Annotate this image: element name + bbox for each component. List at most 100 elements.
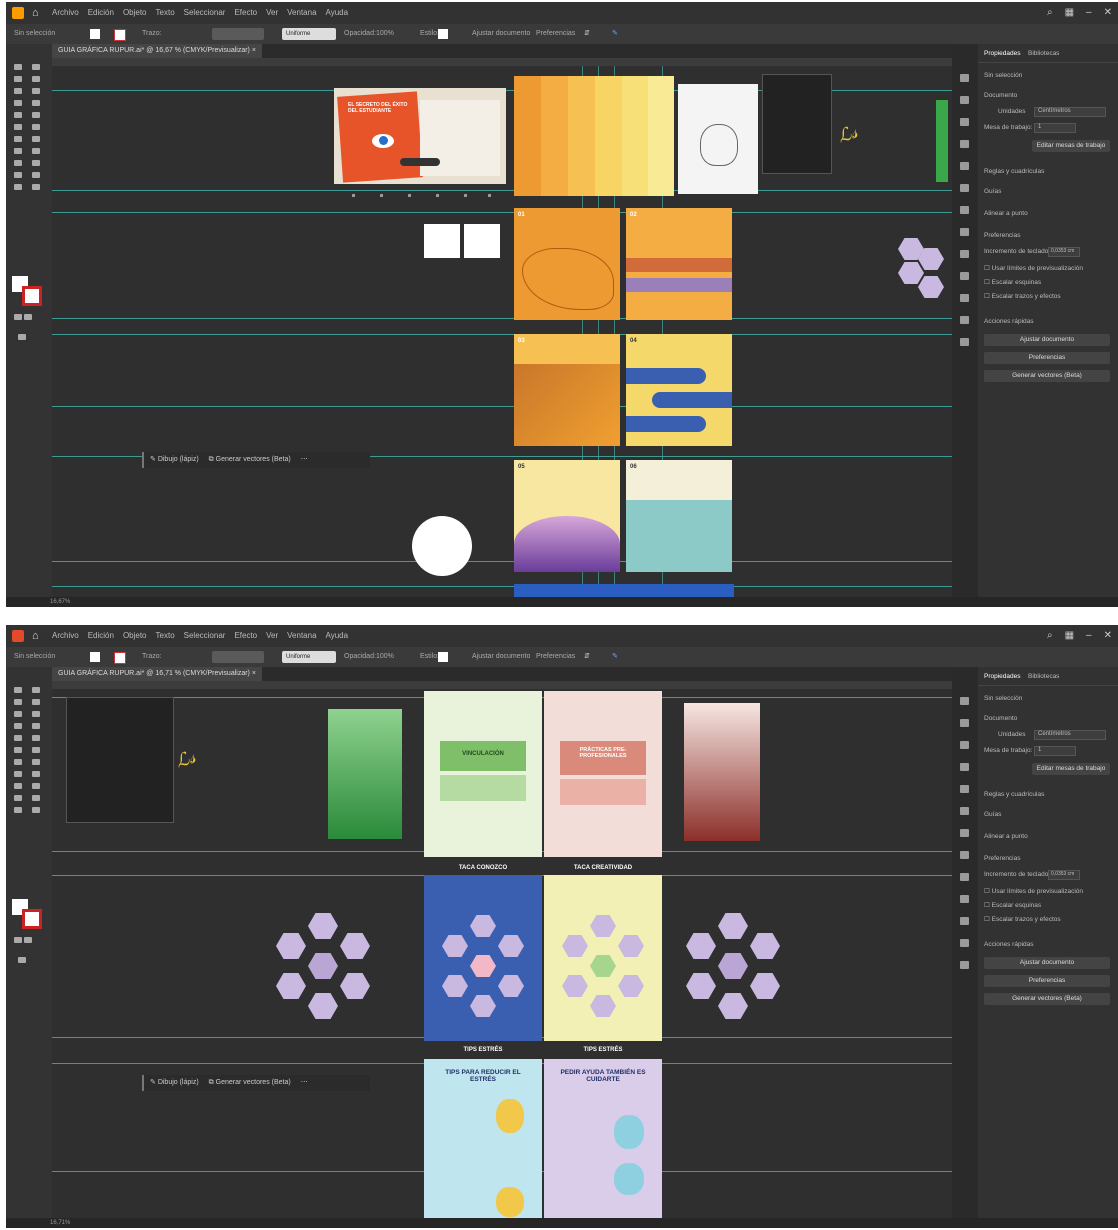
sketch-image[interactable] [66, 697, 174, 823]
color-icon[interactable] [960, 140, 969, 148]
rectangle-tool-icon[interactable] [14, 112, 22, 118]
artboard-stripes[interactable] [514, 76, 674, 196]
edit-toolbar-icon[interactable] [18, 334, 26, 340]
canvas[interactable]: EL SECRETO DEL ÉXITO DEL ESTUDIANTE ℒ𝓈 0… [52, 66, 952, 604]
fill-swatch[interactable] [90, 652, 100, 662]
selection-tool-icon[interactable] [14, 64, 22, 70]
symbols-icon[interactable] [960, 228, 969, 236]
close-tab-icon[interactable]: × [252, 47, 256, 54]
scale-tool-icon[interactable] [32, 124, 40, 130]
zoom-tool-icon[interactable] [32, 807, 40, 813]
swatches-icon[interactable] [960, 807, 969, 815]
align-icon[interactable] [960, 272, 969, 280]
eraser-tool-icon[interactable] [32, 735, 40, 741]
menu-item-texto[interactable]: Texto [156, 2, 175, 24]
artboard-05[interactable]: 05 [514, 460, 620, 572]
free-transform-tool-icon[interactable] [32, 759, 40, 765]
swatches-icon[interactable] [960, 184, 969, 192]
stroke-icon[interactable] [960, 162, 969, 170]
align-icon[interactable] [960, 895, 969, 903]
artboard-06[interactable]: 06 [626, 460, 732, 572]
preferences-panel-button[interactable]: Preferencias [984, 352, 1110, 364]
artboard-taca-conozco[interactable] [424, 875, 542, 1041]
edit-toolbar-icon[interactable] [18, 957, 26, 963]
scale-tool-icon[interactable] [32, 747, 40, 753]
preferences-button[interactable]: Preferencias [536, 647, 575, 667]
direct-selection-tool-icon[interactable] [32, 687, 40, 693]
zoom-tool-icon[interactable] [32, 184, 40, 190]
hexagon-group-left[interactable] [262, 913, 380, 1023]
artboard-04[interactable]: 04 [626, 334, 732, 446]
blend-tool-icon[interactable] [32, 160, 40, 166]
variable-width-dropdown[interactable] [212, 28, 264, 40]
units-dropdown[interactable]: Centímetros [1034, 730, 1106, 740]
more-options-icon[interactable]: ⋯ [301, 452, 308, 468]
fill-swatch[interactable] [90, 29, 100, 39]
canvas[interactable]: ℒ𝓈 VINCULACIÓN PRÁCTICAS PRE-PROFESIONAL… [52, 689, 952, 1225]
menu-item-ver[interactable]: Ver [266, 2, 278, 24]
minimize-icon[interactable]: – [1086, 625, 1092, 647]
draw-pencil-button[interactable]: ✎ Dibujo (lápiz) [150, 1075, 199, 1091]
layers-icon[interactable] [960, 719, 969, 727]
appearance-icon[interactable] [960, 316, 969, 324]
small-mascot-artboard[interactable] [424, 224, 460, 258]
hexagon-group-right[interactable] [672, 913, 790, 1023]
artboard-vinculacion[interactable]: VINCULACIÓN [424, 691, 542, 857]
artboard-03[interactable]: 03 [514, 334, 620, 446]
rectangle-tool-icon[interactable] [14, 735, 22, 741]
brush-dropdown[interactable]: Uniforme [282, 651, 336, 663]
pen-icon[interactable]: ✎ [612, 24, 618, 44]
selection-tool-icon[interactable] [14, 687, 22, 693]
generate-vectors-button[interactable]: ⧉ Generar vectores (Beta) [209, 452, 291, 468]
checkbox-preview-bounds[interactable]: ☐ Usar límites de previsualización [984, 264, 1083, 272]
stroke-color-icon[interactable] [22, 286, 42, 306]
properties-icon[interactable] [960, 74, 969, 82]
style-swatch[interactable] [438, 29, 448, 39]
symbols-icon[interactable] [960, 851, 969, 859]
checkbox-scale-strokes[interactable]: ☐ Escalar trazos y efectos [984, 915, 1061, 923]
minimize-icon[interactable]: – [1086, 2, 1092, 24]
checkbox-scale-corners[interactable]: ☐ Escalar esquinas [984, 278, 1041, 286]
hand-tool-icon[interactable] [14, 807, 22, 813]
menu-item-ayuda[interactable]: Ayuda [326, 625, 349, 647]
layers-icon[interactable] [960, 96, 969, 104]
shape-builder-tool-icon[interactable] [14, 148, 22, 154]
menu-item-seleccionar[interactable]: Seleccionar [184, 2, 226, 24]
graphic-styles-icon[interactable] [960, 961, 969, 969]
pencil-tool-icon[interactable] [14, 88, 22, 94]
document-tab[interactable]: GUIA GRÁFICA RUPUR.ai* @ 16,67 % (CMYK/P… [52, 44, 262, 58]
checkbox-preview-bounds[interactable]: ☐ Usar límites de previsualización [984, 887, 1083, 895]
document-setup-button[interactable]: Ajustar documento [984, 334, 1110, 346]
search-icon[interactable]: ⌕ [1047, 625, 1053, 647]
screen-mode-icon[interactable] [24, 937, 32, 943]
line-tool-icon[interactable] [32, 100, 40, 106]
hand-tool-icon[interactable] [14, 184, 22, 190]
eyedropper-tool-icon[interactable] [14, 783, 22, 789]
type-tool-icon[interactable] [14, 100, 22, 106]
width-tool-icon[interactable] [14, 136, 22, 142]
properties-icon[interactable] [960, 697, 969, 705]
graph-tool-icon[interactable] [14, 172, 22, 178]
artboard-01[interactable]: 01 [514, 208, 620, 320]
artboard-tips-reducir[interactable]: TIPS PARA REDUCIR EL ESTRÉS [424, 1059, 542, 1225]
more-options-icon[interactable]: ⋯ [301, 1075, 308, 1091]
menu-item-archivo[interactable]: Archivo [52, 625, 79, 647]
style-swatch[interactable] [438, 652, 448, 662]
menu-item-edicion[interactable]: Edición [88, 2, 114, 24]
sketch-image[interactable] [762, 74, 832, 174]
close-icon[interactable]: ✕ [1104, 2, 1112, 24]
brushes-icon[interactable] [960, 206, 969, 214]
draw-mode-icon[interactable] [14, 937, 22, 943]
artboard-taca-creatividad[interactable] [544, 875, 662, 1041]
artboard-mascot-sketch[interactable] [678, 84, 758, 194]
menu-item-archivo[interactable]: Archivo [52, 2, 79, 24]
direct-selection-tool-icon[interactable] [32, 64, 40, 70]
pen-tool-icon[interactable] [14, 699, 22, 705]
eraser-tool-icon[interactable] [32, 112, 40, 118]
menu-item-texto[interactable]: Texto [156, 625, 175, 647]
green-artboard-edge[interactable] [936, 100, 948, 182]
edit-artboards-button[interactable]: Editar mesas de trabajo [1032, 140, 1110, 152]
artboard-practicas[interactable]: PRÁCTICAS PRE-PROFESIONALES [544, 691, 662, 857]
tab-libraries[interactable]: Bibliotecas [1028, 50, 1059, 57]
generate-vectors-button[interactable]: ⧉ Generar vectores (Beta) [209, 1075, 291, 1091]
